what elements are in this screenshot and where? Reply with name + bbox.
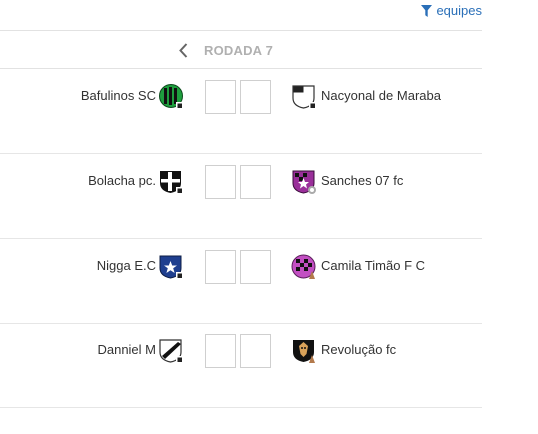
away-team-name: Camila Timão F C	[321, 258, 426, 273]
purple-star-shield-icon	[291, 169, 317, 195]
blue-star-shield-icon	[158, 254, 184, 280]
match-row: Nigga E.C Camila Timão F C	[0, 239, 482, 324]
match-row: Bafulinos SC Nacyonal de Maraba	[0, 69, 482, 154]
match-row: Bolacha pc. Sanches 07 fc	[0, 154, 482, 239]
round-navigation: RODADA 7	[0, 31, 482, 69]
home-score-input[interactable]	[205, 80, 236, 114]
round-label: RODADA 7	[204, 42, 274, 58]
previous-round-button[interactable]	[176, 42, 190, 58]
away-score-input[interactable]	[240, 165, 271, 199]
away-score-input[interactable]	[240, 250, 271, 284]
home-team-name: Bafulinos SC	[80, 88, 156, 103]
white-sash-shield-icon	[158, 338, 184, 364]
purple-checkered-shield-icon	[291, 254, 317, 280]
black-cross-shield-icon	[158, 169, 184, 195]
equipes-label: equipes	[436, 3, 482, 18]
away-team-name: Sanches 07 fc	[321, 173, 404, 188]
home-team-name: Bolacha pc.	[88, 173, 156, 188]
black-wolf-shield-icon	[291, 338, 317, 364]
match-row: Danniel M Revolução fc	[0, 323, 482, 408]
top-bar: equipes	[0, 0, 482, 31]
chevron-left-icon	[178, 42, 187, 58]
filter-icon	[421, 4, 433, 17]
green-striped-shield-icon	[158, 84, 184, 110]
away-score-input[interactable]	[240, 334, 271, 368]
equipes-filter-link[interactable]: equipes	[421, 3, 482, 18]
away-score-input[interactable]	[240, 80, 271, 114]
home-score-input[interactable]	[205, 250, 236, 284]
away-team-name: Nacyonal de Maraba	[321, 88, 441, 103]
home-team-name: Danniel M	[97, 342, 156, 357]
home-score-input[interactable]	[205, 334, 236, 368]
home-team-name: Nigga E.C	[96, 258, 156, 273]
white-flag-shield-icon	[291, 84, 317, 110]
away-team-name: Revolução fc	[321, 342, 397, 357]
home-score-input[interactable]	[205, 165, 236, 199]
